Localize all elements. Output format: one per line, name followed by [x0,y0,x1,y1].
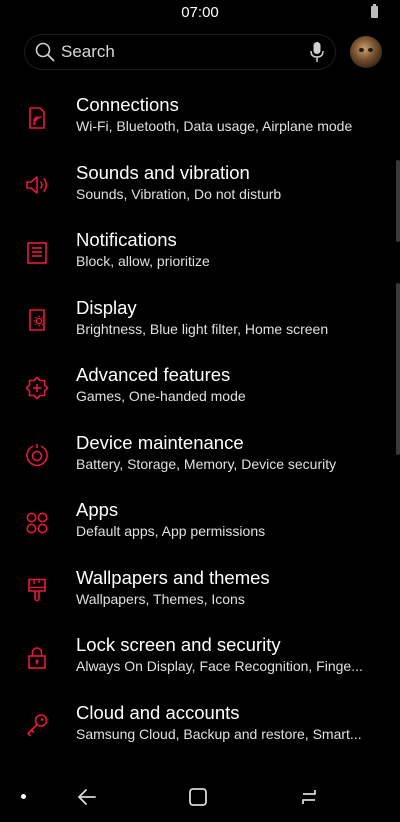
display-icon [29,309,45,332]
settings-item-apps[interactable]: Apps Default apps, App permissions [0,489,400,557]
item-subtitle: Wi-Fi, Bluetooth, Data usage, Airplane m… [76,118,353,134]
settings-list: Connections Wi-Fi, Bluetooth, Data usage… [0,84,400,759]
search-input[interactable]: Search [24,34,336,70]
settings-item-sounds[interactable]: Sounds and vibration Sounds, Vibration, … [0,152,400,220]
nav-dot-icon [21,794,26,799]
status-bar: 07:00 [0,0,400,24]
item-subtitle: Battery, Storage, Memory, Device securit… [76,455,337,472]
settings-item-display[interactable]: Display Brightness, Blue light filter, H… [0,287,400,355]
settings-item-device-maintenance[interactable]: Device maintenance Battery, Storage, Mem… [0,422,400,490]
search-row: Search [24,33,382,71]
search-icon [35,42,55,62]
brush-icon [28,578,46,602]
settings-item-cloud-accounts[interactable]: Cloud and accounts Samsung Cloud, Backup… [0,692,400,760]
item-title: Connections [76,94,179,115]
settings-item-lock-screen-security[interactable]: Lock screen and security Always On Displ… [0,624,400,692]
item-subtitle: Default apps, App permissions [76,523,266,539]
microphone-icon[interactable] [309,41,325,63]
search-placeholder: Search [61,42,115,61]
settings-item-connections[interactable]: Connections Wi-Fi, Bluetooth, Data usage… [0,84,400,152]
item-title: Notifications [76,229,177,250]
status-time: 07:00 [181,3,219,21]
item-title: Advanced features [76,364,231,385]
navigation-bar [0,772,400,822]
settings-item-advanced-features[interactable]: Advanced features Games, One-handed mode [0,354,400,422]
apps-icon [26,512,48,534]
advanced-features-icon [25,376,49,400]
settings-item-wallpapers-themes[interactable]: Wallpapers and themes Wallpapers, Themes… [0,557,400,625]
device-maintenance-icon [26,444,48,467]
item-title: Display [76,296,137,318]
item-title: Device maintenance [76,431,244,453]
battery-icon [371,4,378,18]
key-icon [27,714,48,737]
item-subtitle: Wallpapers, Themes, Icons [76,590,245,607]
item-title: Lock screen and security [76,634,281,655]
item-title: Sounds and vibration [76,161,250,183]
speaker-icon [26,176,48,195]
item-subtitle: Samsung Cloud, Backup and restore, Smart… [76,725,362,742]
back-icon[interactable] [76,786,98,808]
home-icon[interactable] [188,787,208,807]
item-title: Apps [76,499,119,520]
item-subtitle: Brightness, Blue light filter, Home scre… [76,320,329,337]
recent-apps-icon[interactable] [298,786,320,808]
item-subtitle: Sounds, Vibration, Do not disturb [76,185,282,202]
item-title: Cloud and accounts [76,701,240,723]
notifications-icon [27,241,47,264]
item-subtitle: Games, One-handed mode [76,388,246,404]
settings-item-notifications[interactable]: Notifications Block, allow, prioritize [0,219,400,287]
item-title: Wallpapers and themes [76,566,270,588]
item-subtitle: Always On Display, Face Recognition, Fin… [76,658,363,674]
connections-icon [29,106,45,129]
lock-icon [28,646,46,669]
scrollbar-thumb[interactable] [396,160,400,242]
item-subtitle: Block, allow, prioritize [76,253,210,269]
scrollbar-track [396,283,400,455]
avatar[interactable] [350,36,382,68]
